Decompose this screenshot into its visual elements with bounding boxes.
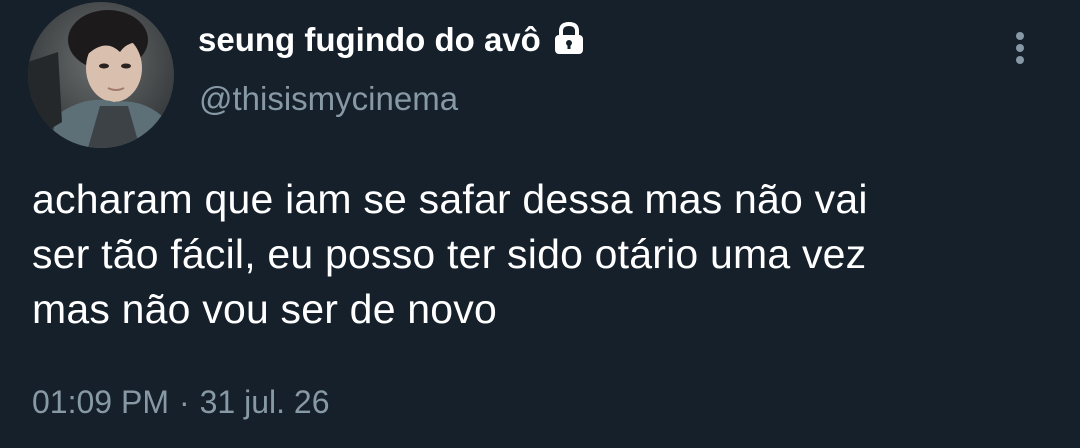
more-options-button[interactable] xyxy=(1004,28,1038,68)
lock-icon xyxy=(551,20,587,56)
more-vertical-icon xyxy=(1016,56,1024,64)
display-name[interactable]: seung fugindo do avô xyxy=(198,21,541,59)
tweet-time[interactable]: 01:09 PM xyxy=(32,384,169,420)
more-vertical-icon xyxy=(1016,32,1024,40)
tweet-card: seung fugindo do avô @thisismycinema ach… xyxy=(0,0,1080,448)
author-handle[interactable]: @thisismycinema xyxy=(199,80,458,118)
tweet-text: acharam que iam se safar dessa mas não v… xyxy=(32,172,1062,337)
tweet-line: mas não vou ser de novo xyxy=(32,286,497,332)
tweet-date[interactable]: 31 jul. 26 xyxy=(200,384,330,420)
tweet-line: ser tão fácil, eu posso ter sido otário … xyxy=(32,231,867,277)
meta-separator: · xyxy=(178,384,190,420)
tweet-meta: 01:09 PM · 31 jul. 26 xyxy=(32,384,330,421)
avatar[interactable] xyxy=(28,2,174,148)
author-name-row: seung fugindo do avô xyxy=(198,18,587,62)
more-vertical-icon xyxy=(1016,44,1024,52)
tweet-line: acharam que iam se safar dessa mas não v… xyxy=(32,176,868,222)
profile-photo-icon xyxy=(28,2,174,148)
